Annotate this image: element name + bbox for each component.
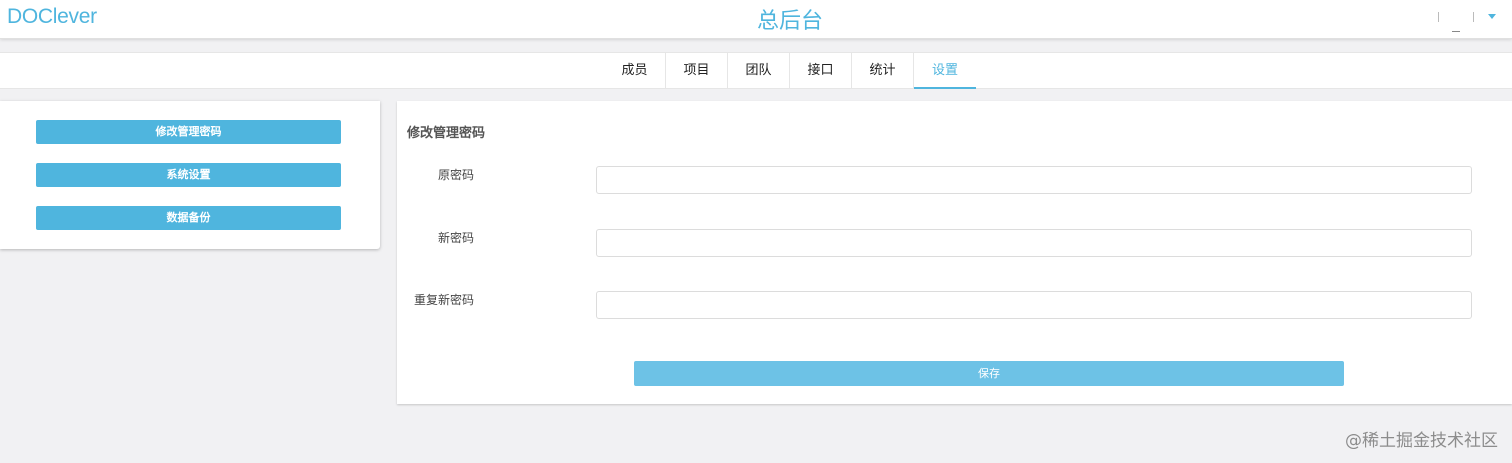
tab-teams[interactable]: 团队 [728, 53, 790, 89]
system-settings-button[interactable]: 系统设置 [36, 163, 341, 187]
tab-members[interactable]: 成员 [604, 53, 666, 89]
user-menu[interactable] [1412, 0, 1512, 38]
password-form-panel: 修改管理密码 原密码 新密码 重复新密码 保存 [397, 101, 1512, 404]
change-admin-password-button[interactable]: 修改管理密码 [36, 120, 341, 144]
watermark: @稀土掘金技术社区 [1345, 431, 1498, 451]
tab-statistics[interactable]: 统计 [852, 53, 914, 89]
divider [1473, 12, 1474, 22]
save-button[interactable]: 保存 [634, 361, 1344, 386]
old-password-input[interactable] [596, 166, 1472, 194]
new-password-input[interactable] [596, 229, 1472, 257]
top-header: DOClever 总后台 [0, 0, 1512, 39]
tabs: 成员 项目 团队 接口 统计 设置 [604, 53, 976, 89]
settings-sidebar: 修改管理密码 系统设置 数据备份 [0, 101, 380, 249]
tab-settings[interactable]: 设置 [914, 53, 976, 89]
tab-interfaces[interactable]: 接口 [790, 53, 852, 89]
tab-projects[interactable]: 项目 [666, 53, 728, 89]
tab-bar: 成员 项目 团队 接口 统计 设置 [0, 52, 1512, 89]
repeat-password-label: 重复新密码 [414, 293, 475, 307]
chevron-down-icon[interactable] [1488, 14, 1496, 19]
divider [1438, 12, 1439, 22]
new-password-label: 新密码 [438, 231, 475, 245]
page-title: 总后台 [756, 9, 823, 34]
avatar[interactable] [1452, 31, 1460, 32]
form-title: 修改管理密码 [407, 126, 486, 141]
old-password-label: 原密码 [438, 168, 475, 182]
repeat-password-input[interactable] [596, 291, 1472, 319]
data-backup-button[interactable]: 数据备份 [36, 206, 341, 230]
